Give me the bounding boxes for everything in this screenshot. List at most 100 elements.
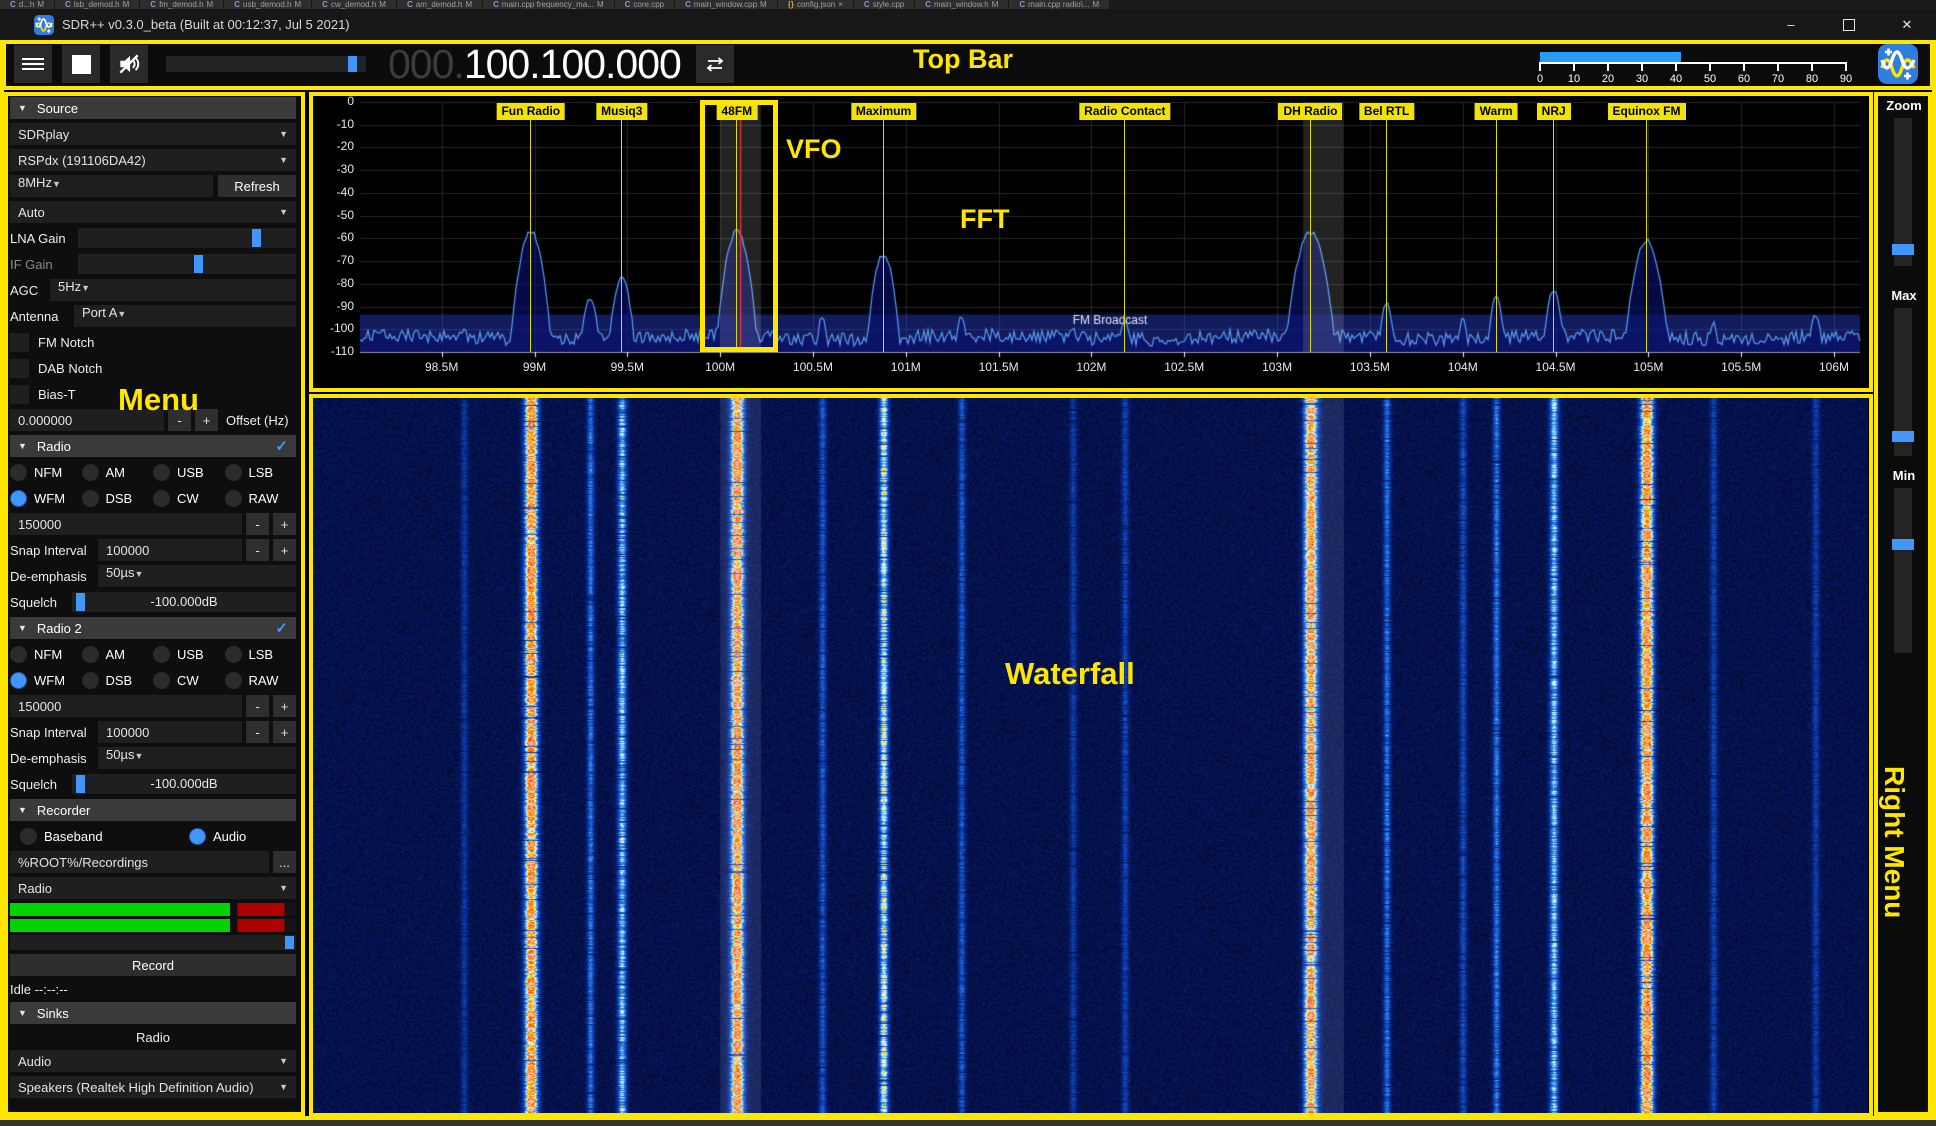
mode-nfm[interactable]: NFM: [10, 646, 82, 663]
sink-device-select[interactable]: Speakers (Realtek High Definition Audio)…: [10, 1076, 296, 1098]
mode-wfm[interactable]: WFM: [10, 490, 82, 507]
volume-slider[interactable]: [166, 56, 366, 72]
mode-am[interactable]: AM: [82, 464, 154, 481]
min-slider-handle[interactable]: [1892, 539, 1914, 550]
bandwidth-plus-button[interactable]: +: [273, 695, 296, 717]
source-device-select[interactable]: RSPdx (191106DA42)▼: [10, 149, 296, 171]
mode-raw[interactable]: RAW: [225, 672, 297, 689]
volume-slider-handle[interactable]: [348, 56, 357, 72]
mode-lsb[interactable]: LSB: [225, 646, 297, 663]
editor-tab[interactable]: Cam_demod.hM: [397, 0, 483, 9]
bandwidth-select[interactable]: 8MHz▼: [10, 175, 213, 197]
mode-baseband[interactable]: Baseband: [20, 828, 153, 845]
editor-tab[interactable]: Cd...hM: [0, 0, 55, 9]
max-slider[interactable]: [1894, 308, 1912, 456]
recorder-volume-handle[interactable]: [285, 936, 294, 949]
bandwidth-minus-button[interactable]: -: [246, 695, 269, 717]
browse-button[interactable]: ...: [273, 851, 296, 873]
snap-plus-button[interactable]: +: [273, 539, 296, 561]
editor-tab[interactable]: Cfm_demod.hM: [140, 0, 224, 9]
maximize-button[interactable]: [1820, 9, 1878, 40]
module-enabled-check-icon[interactable]: ✓: [275, 619, 288, 637]
squelch-slider[interactable]: -100.000dB: [72, 592, 296, 612]
samplerate-select[interactable]: Auto▼: [10, 201, 296, 223]
if-gain-slider[interactable]: [78, 254, 296, 274]
fm-notch-checkbox[interactable]: [10, 333, 29, 352]
agc-select[interactable]: 5Hz▼: [50, 279, 296, 301]
editor-tab[interactable]: Ccore.cpp: [615, 0, 675, 9]
editor-tab[interactable]: Cmain.cpp frequency_ma...M: [483, 0, 615, 9]
mode-nfm[interactable]: NFM: [10, 464, 82, 481]
radio-section-header[interactable]: ▼Radio✓: [10, 435, 296, 457]
editor-tab[interactable]: Clsb_demod.hM: [55, 0, 140, 9]
mode-usb[interactable]: USB: [153, 646, 225, 663]
editor-tab[interactable]: Cstyle.cpp: [854, 0, 915, 9]
offset-plus-button[interactable]: +: [195, 409, 218, 431]
sinks-section-header[interactable]: ▼Sinks: [10, 1002, 296, 1024]
recorder-section-header[interactable]: ▼Recorder: [10, 799, 296, 821]
mute-button[interactable]: [110, 45, 148, 83]
mode-cw[interactable]: CW: [153, 672, 225, 689]
zoom-slider-handle[interactable]: [1892, 244, 1914, 255]
radio2-bandwidth-input[interactable]: 150000: [10, 695, 242, 717]
radio2-section-header[interactable]: ▼Radio 2✓: [10, 617, 296, 639]
recorder-volume-slider[interactable]: [10, 935, 296, 950]
source-section-header[interactable]: ▼Source: [10, 97, 296, 119]
mode-cw[interactable]: CW: [153, 490, 225, 507]
snr-tick-label: 80: [1806, 73, 1818, 85]
mode-dsb[interactable]: DSB: [82, 672, 154, 689]
offset-input[interactable]: 0.000000: [10, 409, 164, 431]
minimize-button[interactable]: –: [1762, 9, 1820, 40]
snap-minus-button[interactable]: -: [246, 721, 269, 743]
record-button[interactable]: Record: [10, 954, 296, 976]
editor-tab[interactable]: Ccw_demod.hM: [312, 0, 397, 9]
editor-tab[interactable]: Cmain_window.cppM: [675, 0, 778, 9]
waterfall-canvas[interactable]: [312, 398, 1868, 1114]
zoom-slider[interactable]: [1894, 118, 1912, 266]
deemphasis-select[interactable]: 50µs▼: [98, 565, 296, 587]
snr-tick: [1539, 62, 1541, 71]
lna-gain-handle[interactable]: [252, 229, 261, 247]
module-enabled-check-icon[interactable]: ✓: [275, 437, 288, 455]
stop-button[interactable]: [62, 45, 100, 83]
tuning-mode-button[interactable]: [696, 45, 734, 83]
dab-notch-checkbox[interactable]: [10, 359, 29, 378]
refresh-button[interactable]: Refresh: [218, 175, 296, 197]
mode-am[interactable]: AM: [82, 646, 154, 663]
bandwidth-plus-button[interactable]: +: [273, 513, 296, 535]
max-slider-handle[interactable]: [1892, 431, 1914, 442]
radio-bandwidth-input[interactable]: 150000: [10, 513, 242, 535]
mode-wfm[interactable]: WFM: [10, 672, 82, 689]
editor-tab[interactable]: Cmain_window.hM: [915, 0, 1009, 9]
source-driver-select[interactable]: SDRplay▼: [10, 123, 296, 145]
snap-minus-button[interactable]: -: [246, 539, 269, 561]
deemphasis-select[interactable]: 50µs▼: [98, 747, 296, 769]
mode-raw[interactable]: RAW: [225, 490, 297, 507]
editor-tab[interactable]: Cmain.cpp radio\...M: [1009, 0, 1110, 9]
antenna-select[interactable]: Port A▼: [74, 305, 296, 327]
lna-gain-slider[interactable]: [78, 228, 296, 248]
offset-minus-button[interactable]: -: [168, 409, 191, 431]
snap-plus-button[interactable]: +: [273, 721, 296, 743]
editor-tab[interactable]: {}config.json×: [778, 0, 854, 9]
snap-input[interactable]: 100000: [98, 721, 242, 743]
menu-toggle-button[interactable]: [14, 45, 52, 83]
sink-type-select[interactable]: Audio▼: [10, 1050, 296, 1072]
mode-lsb[interactable]: LSB: [225, 464, 297, 481]
bias-t-checkbox[interactable]: [10, 385, 29, 404]
bandwidth-minus-button[interactable]: -: [246, 513, 269, 535]
mode-audio[interactable]: Audio: [189, 828, 296, 845]
if-gain-handle[interactable]: [194, 255, 203, 273]
editor-tab[interactable]: Cusb_demod.hM: [224, 0, 312, 9]
mode-dsb[interactable]: DSB: [82, 490, 154, 507]
radio-dot-selected: [10, 490, 27, 507]
min-slider[interactable]: [1894, 488, 1912, 653]
squelch-slider[interactable]: -100.000dB: [72, 774, 296, 794]
recorder-stream-select[interactable]: Radio▼: [10, 877, 296, 899]
fft-canvas[interactable]: [312, 96, 1868, 390]
mode-usb[interactable]: USB: [153, 464, 225, 481]
snap-input[interactable]: 100000: [98, 539, 242, 561]
frequency-display[interactable]: 000.100.100.000: [388, 41, 681, 88]
close-button[interactable]: ✕: [1878, 9, 1936, 40]
recording-path-input[interactable]: %ROOT%/Recordings: [10, 851, 269, 873]
